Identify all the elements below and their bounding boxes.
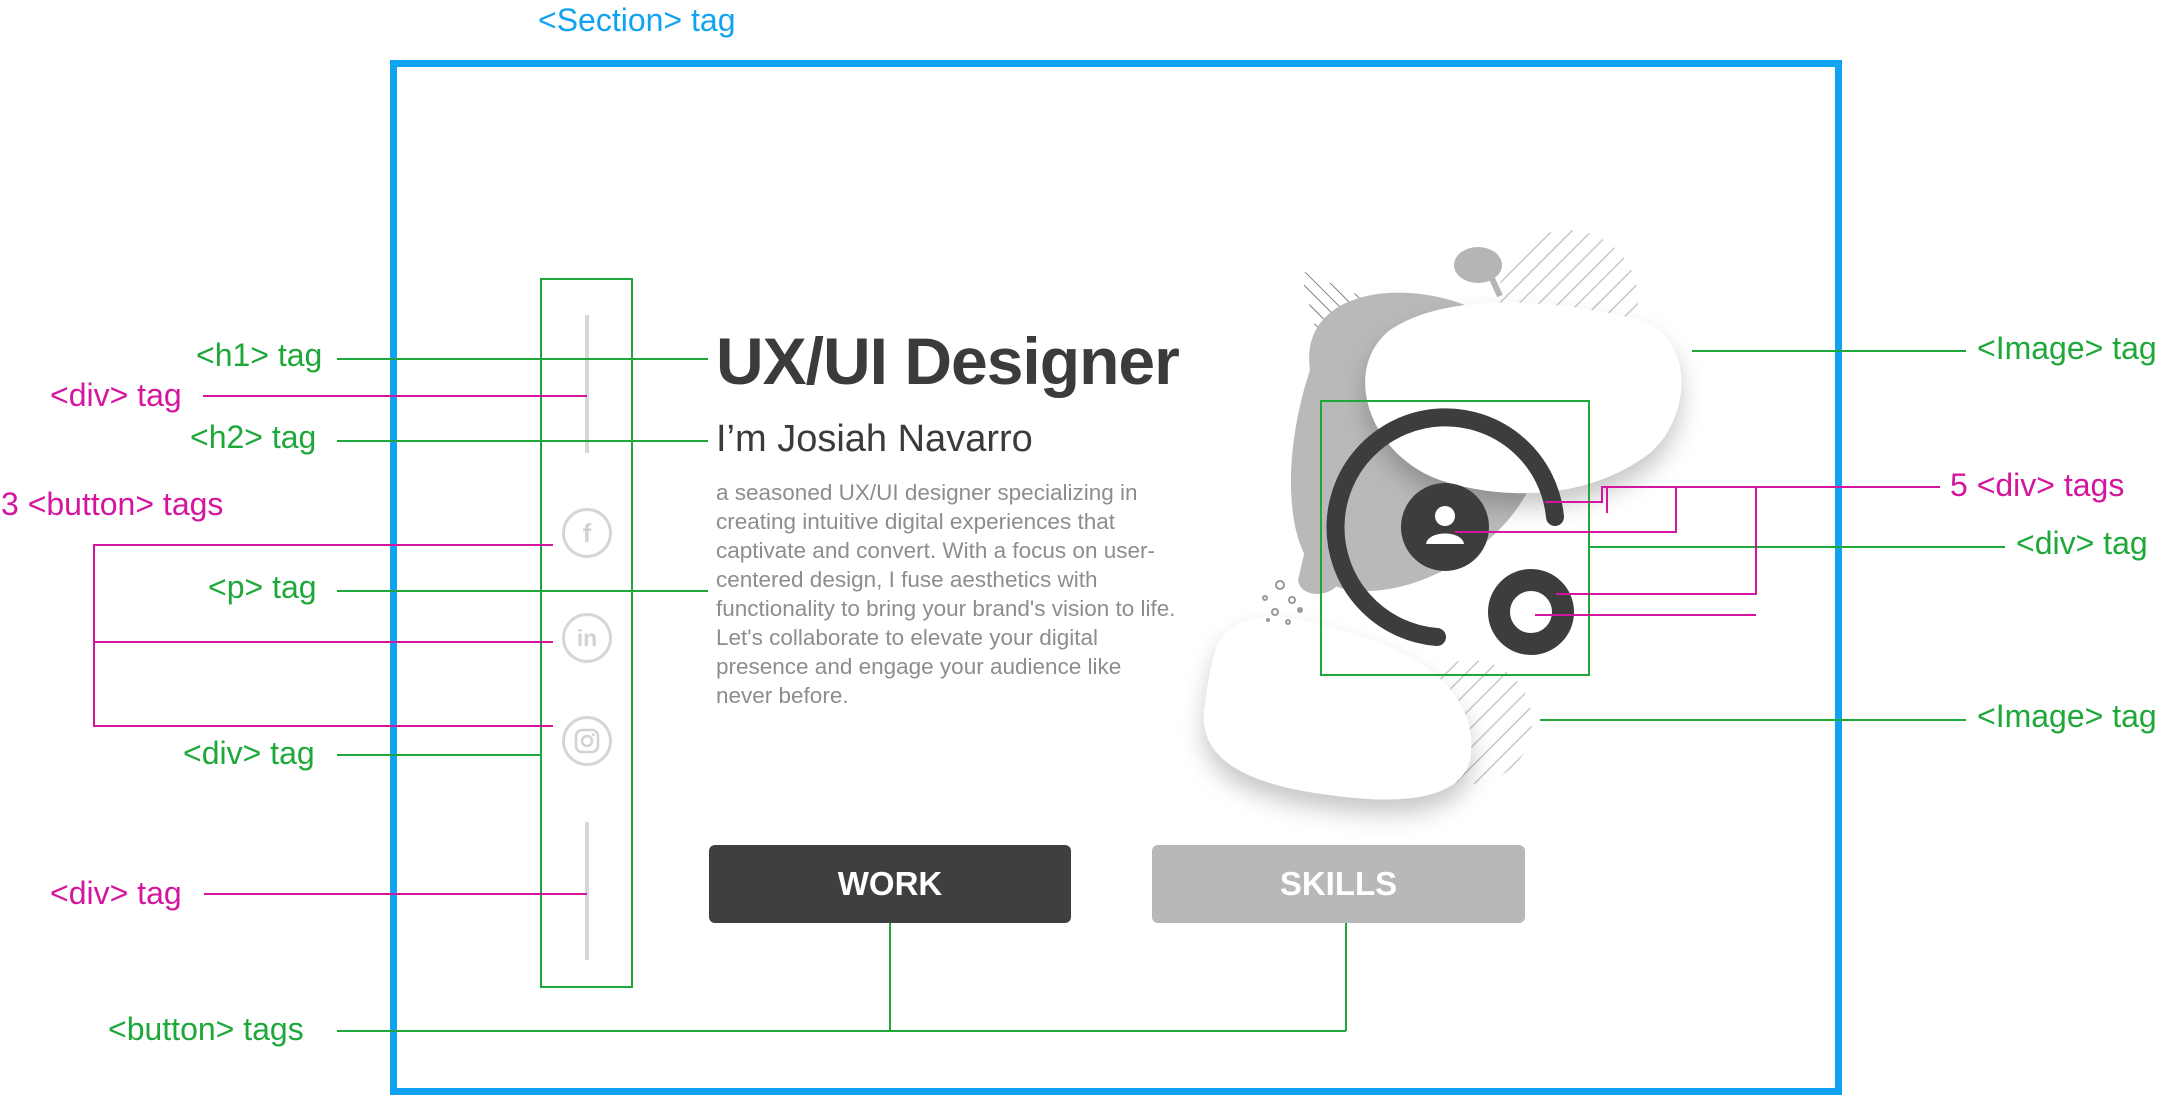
h1-annotation: <h1> tag [196,337,323,373]
user-circle [1401,483,1489,571]
buttons-annotation: <button> tags [108,1011,304,1047]
hero-illustration [93,230,2005,1032]
p-annotation: <p> tag [208,569,317,605]
image-bottom-annotation: <Image> tag [1977,698,2157,734]
white-blob-top [1365,302,1682,494]
small-ring [1488,569,1574,655]
five-divs-annotation: 5 <div> tags [1950,467,2125,503]
h2-annotation: <h2> tag [190,419,317,455]
div-icon-annotation: <div> tag [2016,525,2148,561]
div-top-line-annotation: <div> tag [50,377,182,413]
div-bottom-line-annotation: <div> tag [50,875,182,911]
image-top-annotation: <Image> tag [1977,330,2157,366]
magenta-leader-lines [93,395,1940,895]
user-icon-head [1435,506,1455,526]
three-buttons-annotation: 3 <button> tags [1,486,224,522]
green-leader-lines [337,350,2005,1032]
div-social-annotation: <div> tag [183,735,315,771]
